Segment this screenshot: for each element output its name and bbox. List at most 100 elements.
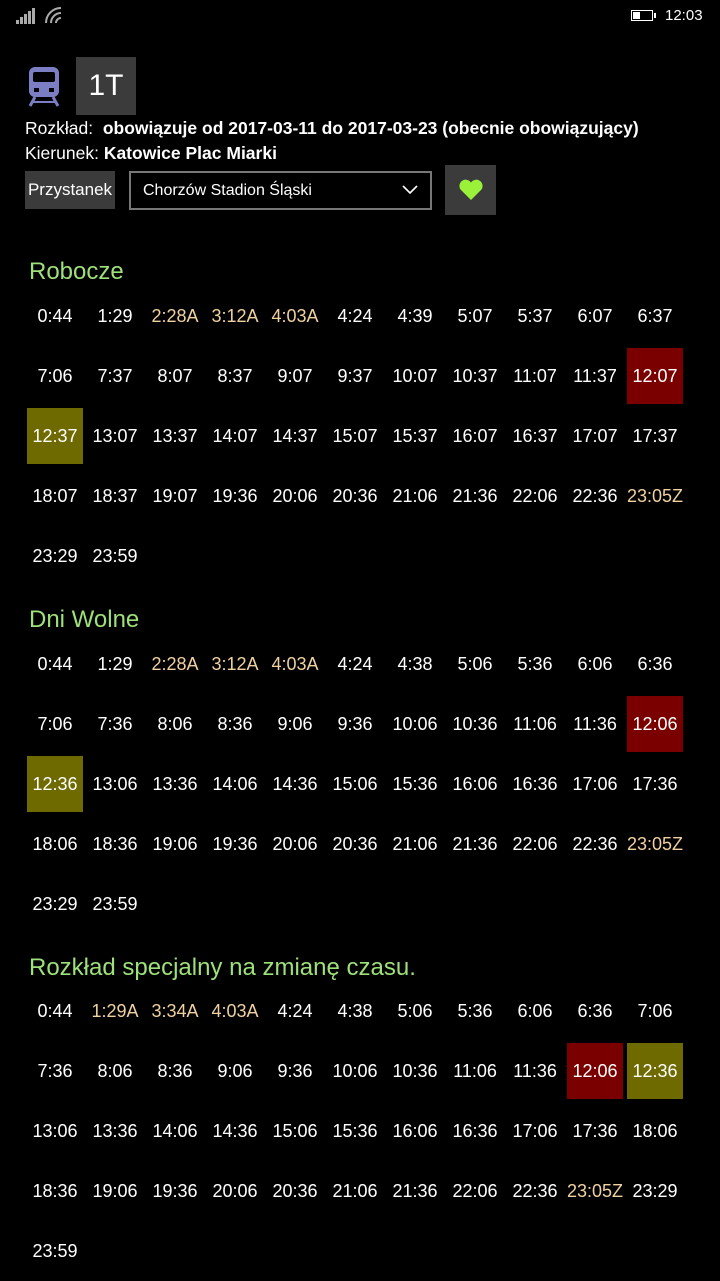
departure-time[interactable]: 7:06 [25, 346, 85, 406]
departure-time[interactable]: 19:36 [205, 814, 265, 874]
departure-time[interactable]: 17:36 [625, 754, 685, 814]
departure-time[interactable]: 23:59 [25, 1221, 85, 1281]
departure-time[interactable]: 17:36 [565, 1101, 625, 1161]
departure-time[interactable]: 12:06 [625, 694, 685, 754]
departure-time[interactable]: 23:05Z [625, 814, 685, 874]
departure-time[interactable]: 11:37 [565, 346, 625, 406]
departure-time[interactable]: 1:29 [85, 634, 145, 694]
departure-time[interactable]: 22:06 [445, 1161, 505, 1221]
departure-time[interactable]: 20:36 [325, 466, 385, 526]
departure-time[interactable]: 23:59 [85, 526, 145, 586]
departure-time[interactable]: 21:36 [445, 466, 505, 526]
departure-time[interactable]: 7:36 [25, 1041, 85, 1101]
departure-time[interactable]: 12:36 [625, 1041, 685, 1101]
departure-time[interactable]: 23:29 [25, 526, 85, 586]
departure-time[interactable]: 0:44 [25, 981, 85, 1041]
departure-time[interactable]: 5:06 [445, 634, 505, 694]
departure-time[interactable]: 9:37 [325, 346, 385, 406]
departure-time[interactable]: 5:36 [505, 634, 565, 694]
departure-time[interactable]: 4:39 [385, 286, 445, 346]
departure-time[interactable]: 16:36 [505, 754, 565, 814]
departure-time[interactable]: 14:36 [265, 754, 325, 814]
departure-time[interactable]: 1:29A [85, 981, 145, 1041]
departure-time[interactable]: 9:36 [325, 694, 385, 754]
departure-time[interactable]: 21:06 [385, 466, 445, 526]
departure-time[interactable]: 13:36 [145, 754, 205, 814]
departure-time[interactable]: 5:07 [445, 286, 505, 346]
departure-time[interactable]: 12:37 [25, 406, 85, 466]
departure-time[interactable]: 23:29 [625, 1161, 685, 1221]
departure-time[interactable]: 13:37 [145, 406, 205, 466]
departure-time[interactable]: 4:03A [265, 286, 325, 346]
departure-time[interactable]: 20:06 [205, 1161, 265, 1221]
departure-time[interactable]: 23:05Z [565, 1161, 625, 1221]
departure-time[interactable]: 6:07 [565, 286, 625, 346]
departure-time[interactable]: 5:37 [505, 286, 565, 346]
departure-time[interactable]: 18:36 [25, 1161, 85, 1221]
departure-time[interactable]: 21:36 [445, 814, 505, 874]
departure-time[interactable]: 20:36 [325, 814, 385, 874]
departure-time[interactable]: 19:36 [205, 466, 265, 526]
departure-time[interactable]: 21:36 [385, 1161, 445, 1221]
departure-time[interactable]: 23:05Z [625, 466, 685, 526]
departure-time[interactable]: 11:07 [505, 346, 565, 406]
departure-time[interactable]: 6:36 [565, 981, 625, 1041]
departure-time[interactable]: 15:37 [385, 406, 445, 466]
departure-time[interactable]: 10:06 [385, 694, 445, 754]
departure-time[interactable]: 6:37 [625, 286, 685, 346]
departure-time[interactable]: 10:07 [385, 346, 445, 406]
departure-time[interactable]: 13:06 [85, 754, 145, 814]
departure-time[interactable]: 15:07 [325, 406, 385, 466]
departure-time[interactable]: 10:36 [385, 1041, 445, 1101]
departure-time[interactable]: 8:06 [145, 694, 205, 754]
departure-time[interactable]: 4:24 [265, 981, 325, 1041]
departure-time[interactable]: 23:29 [25, 874, 85, 934]
departure-time[interactable]: 4:03A [265, 634, 325, 694]
departure-time[interactable]: 13:07 [85, 406, 145, 466]
departure-time[interactable]: 19:06 [145, 814, 205, 874]
departure-time[interactable]: 5:06 [385, 981, 445, 1041]
departure-time[interactable]: 20:36 [265, 1161, 325, 1221]
departure-time[interactable]: 7:36 [85, 694, 145, 754]
departure-time[interactable]: 16:06 [445, 754, 505, 814]
departure-time[interactable]: 9:06 [205, 1041, 265, 1101]
departure-time[interactable]: 15:06 [265, 1101, 325, 1161]
departure-time[interactable]: 2:28A [145, 286, 205, 346]
departure-time[interactable]: 22:06 [505, 466, 565, 526]
departure-time[interactable]: 13:36 [85, 1101, 145, 1161]
departure-time[interactable]: 4:03A [205, 981, 265, 1041]
stop-dropdown[interactable]: Chorzów Stadion Śląski [129, 171, 432, 210]
departure-time[interactable]: 17:07 [565, 406, 625, 466]
departure-time[interactable]: 18:06 [625, 1101, 685, 1161]
departure-time[interactable]: 10:36 [445, 694, 505, 754]
departure-time[interactable]: 15:36 [325, 1101, 385, 1161]
departure-time[interactable]: 22:36 [505, 1161, 565, 1221]
departure-time[interactable]: 17:37 [625, 406, 685, 466]
departure-time[interactable]: 3:34A [145, 981, 205, 1041]
departure-time[interactable]: 11:06 [505, 694, 565, 754]
departure-time[interactable]: 7:37 [85, 346, 145, 406]
departure-time[interactable]: 6:06 [565, 634, 625, 694]
departure-time[interactable]: 6:36 [625, 634, 685, 694]
departure-time[interactable]: 14:07 [205, 406, 265, 466]
departure-time[interactable]: 21:06 [385, 814, 445, 874]
departure-time[interactable]: 2:28A [145, 634, 205, 694]
departure-time[interactable]: 4:38 [325, 981, 385, 1041]
departure-time[interactable]: 18:07 [25, 466, 85, 526]
departure-time[interactable]: 19:06 [85, 1161, 145, 1221]
departure-time[interactable]: 18:06 [25, 814, 85, 874]
departure-time[interactable]: 3:12A [205, 286, 265, 346]
departure-time[interactable]: 16:36 [445, 1101, 505, 1161]
departure-time[interactable]: 18:36 [85, 814, 145, 874]
departure-time[interactable]: 21:06 [325, 1161, 385, 1221]
departure-time[interactable]: 14:06 [145, 1101, 205, 1161]
departure-time[interactable]: 4:38 [385, 634, 445, 694]
departure-time[interactable]: 13:06 [25, 1101, 85, 1161]
departure-time[interactable]: 20:06 [265, 466, 325, 526]
departure-time[interactable]: 11:36 [505, 1041, 565, 1101]
departure-time[interactable]: 14:36 [205, 1101, 265, 1161]
departure-time[interactable]: 8:07 [145, 346, 205, 406]
departure-time[interactable]: 9:36 [265, 1041, 325, 1101]
departure-time[interactable]: 19:07 [145, 466, 205, 526]
departure-time[interactable]: 15:36 [385, 754, 445, 814]
